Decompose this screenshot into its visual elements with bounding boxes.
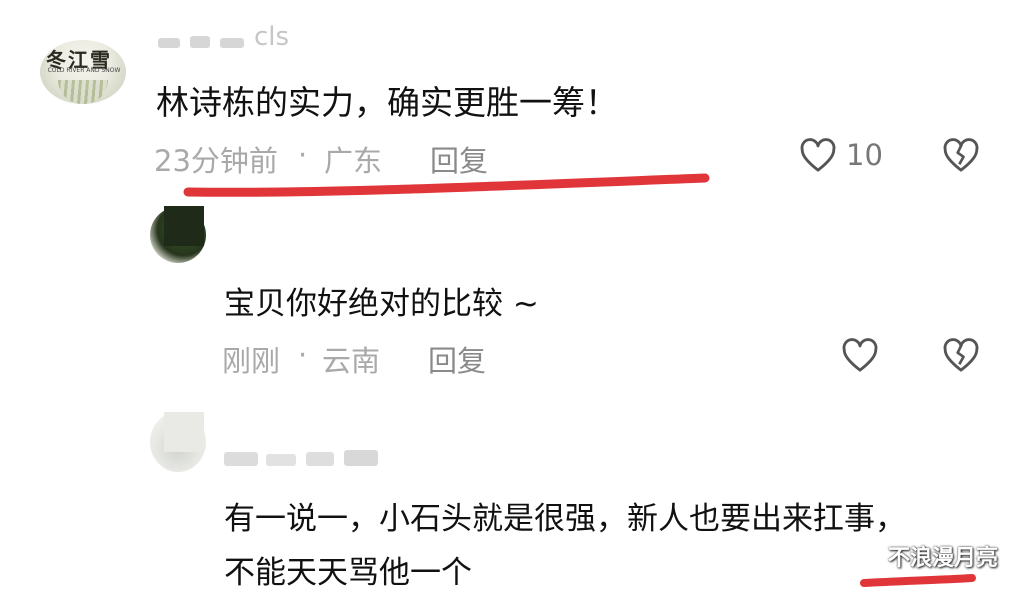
- like-button[interactable]: [798, 136, 838, 176]
- avatar-logo-text: 冬江雪: [46, 48, 112, 72]
- heart-icon: [840, 336, 880, 376]
- heart-icon: [798, 136, 838, 176]
- avatar[interactable]: 冬江雪 COLD RIVER AND SNOW: [40, 40, 126, 104]
- meta-separator: ·: [298, 338, 308, 372]
- comment-text: 宝贝你好绝对的比较 ~: [224, 286, 539, 322]
- red-underline-annotation: [180, 162, 720, 202]
- comment-time: 刚刚: [222, 344, 281, 378]
- watermark: 不浪漫月亮: [887, 546, 998, 571]
- username-visible-part: cls: [254, 22, 290, 52]
- avatar-image: [164, 206, 204, 246]
- avatar-image: [164, 412, 204, 452]
- comment-text: 有一说一，小石头就是很强，新人也要出来扛事， 不能天天骂他一个: [224, 492, 906, 600]
- like-count: 10: [846, 138, 883, 172]
- reply-button[interactable]: 回复: [428, 338, 486, 380]
- avatar-grass-graphic: [58, 80, 108, 104]
- dislike-button[interactable]: [941, 136, 981, 176]
- like-button[interactable]: [840, 336, 880, 376]
- comment-text-line: 有一说一，小石头就是很强，新人也要出来扛事，: [224, 501, 906, 537]
- username-blurred[interactable]: [224, 446, 384, 470]
- comment-text: 林诗栋的实力，确实更胜一筹！: [156, 83, 618, 122]
- username-blurred[interactable]: cls: [156, 22, 296, 52]
- comment-location: 云南: [322, 344, 381, 378]
- broken-heart-icon: [941, 336, 981, 376]
- dislike-button[interactable]: [941, 336, 981, 376]
- avatar-logo-subtext: COLD RIVER AND SNOW: [47, 67, 121, 74]
- broken-heart-icon: [941, 136, 981, 176]
- comment-text-line: 不能天天骂他一个: [224, 555, 472, 591]
